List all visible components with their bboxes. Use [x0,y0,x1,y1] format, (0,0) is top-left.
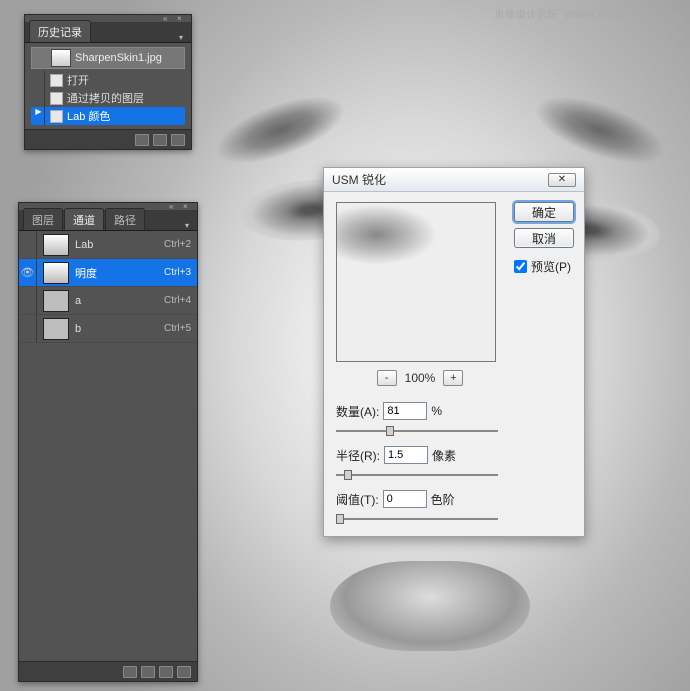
threshold-unit: 色阶 [431,491,455,508]
channel-row-a[interactable]: a Ctrl+4 [19,287,197,315]
history-panel: « × 历史记录 ▾ SharpenSkin1.jpg 打开 通过拷贝的图层 ▶… [24,14,192,150]
watermark-text: 思缘设计论坛 [495,10,558,21]
zoom-level: 100% [405,371,436,385]
snapshot-thumb [51,49,71,67]
tab-history[interactable]: 历史记录 [29,20,91,42]
snapshot-name: SharpenSkin1.jpg [75,52,162,64]
amount-unit: % [431,404,442,418]
radius-slider[interactable] [336,468,504,482]
channel-thumb [43,318,69,340]
channels-body: Lab Ctrl+2 👁 明度 Ctrl+3 a Ctrl+4 b Ctrl+5 [19,231,197,661]
channel-shortcut: Ctrl+3 [164,267,191,278]
tab-channels[interactable]: 通道 [64,208,104,230]
save-selection-icon[interactable] [141,666,155,678]
close-icon[interactable]: × [177,15,185,23]
channel-thumb [43,262,69,284]
watermark-url: WWW.MISSYUAN.COM [565,10,682,21]
channel-name: b [75,323,164,335]
param-threshold: 阈值(T): 色阶 [336,490,504,508]
history-snapshot-row[interactable]: SharpenSkin1.jpg [31,47,185,69]
channel-thumb [43,290,69,312]
history-row[interactable]: 打开 [31,71,185,89]
panel-menu-icon[interactable]: ▾ [185,222,193,230]
radius-label: 半径(R): [336,447,380,464]
new-channel-icon[interactable] [159,666,173,678]
history-row[interactable]: ▶ Lab 颜色 [31,107,185,125]
preview-checkbox[interactable] [514,260,527,273]
channel-row-lightness[interactable]: 👁 明度 Ctrl+3 [19,259,197,287]
tab-paths[interactable]: 路径 [105,208,145,230]
radius-input[interactable] [384,446,428,464]
channel-shortcut: Ctrl+2 [164,239,191,250]
history-body: SharpenSkin1.jpg 打开 通过拷贝的图层 ▶ Lab 颜色 [25,43,191,129]
zoom-in-button[interactable]: + [443,370,463,386]
channels-panel: « × 图层 通道 路径 ▾ Lab Ctrl+2 👁 明度 Ctrl+3 a … [18,202,198,682]
param-amount: 数量(A): % [336,402,504,420]
tab-layers[interactable]: 图层 [23,208,63,230]
panel-menu-icon[interactable]: ▾ [179,34,187,42]
dialog-close-button[interactable]: ✕ [548,173,576,187]
new-document-icon[interactable] [135,134,149,146]
channel-tabs: 图层 通道 路径 ▾ [19,211,197,231]
channel-name: a [75,295,164,307]
channel-thumb [43,234,69,256]
channel-row-b[interactable]: b Ctrl+5 [19,315,197,343]
radius-unit: 像素 [432,447,456,464]
amount-slider[interactable] [336,424,504,438]
dialog-title: USM 锐化 [332,171,386,188]
history-step-label: 通过拷贝的图层 [67,90,144,106]
watermark: 思缘设计论坛 WWW.MISSYUAN.COM [491,6,682,21]
channel-name: 明度 [75,265,164,281]
channel-row-lab[interactable]: Lab Ctrl+2 [19,231,197,259]
preview-label: 预览(P) [531,258,571,275]
amount-input[interactable] [383,402,427,420]
channel-shortcut: Ctrl+5 [164,323,191,334]
history-step-label: Lab 颜色 [67,108,110,124]
step-icon [50,110,63,123]
threshold-slider[interactable] [336,512,504,526]
visibility-toggle[interactable] [19,287,37,314]
usm-preview[interactable] [336,202,496,362]
zoom-out-button[interactable]: - [377,370,397,386]
visibility-toggle[interactable]: 👁 [19,259,37,286]
amount-label: 数量(A): [336,403,379,420]
load-selection-icon[interactable] [123,666,137,678]
history-footer [25,129,191,149]
param-radius: 半径(R): 像素 [336,446,504,464]
preview-checkbox-row[interactable]: 预览(P) [514,258,574,275]
channel-shortcut: Ctrl+4 [164,295,191,306]
dialog-titlebar[interactable]: USM 锐化 ✕ [324,168,584,192]
current-marker-icon: ▶ [33,107,45,125]
visibility-toggle[interactable] [19,315,37,342]
cancel-button[interactable]: 取消 [514,228,574,248]
collapse-icon[interactable]: « [163,15,171,23]
step-icon [50,92,63,105]
zoom-controls: - 100% + [336,370,504,386]
collapse-icon[interactable]: « [169,203,177,211]
threshold-label: 阈值(T): [336,491,379,508]
channel-name: Lab [75,239,164,251]
history-step-label: 打开 [67,72,89,88]
trash-icon[interactable] [171,134,185,146]
history-row[interactable]: 通过拷贝的图层 [31,89,185,107]
threshold-input[interactable] [383,490,427,508]
usm-dialog: USM 锐化 ✕ - 100% + 数量(A): % 半径(R): [323,167,585,537]
new-snapshot-icon[interactable] [153,134,167,146]
visibility-toggle[interactable] [19,231,37,258]
step-icon [50,74,63,87]
ok-button[interactable]: 确定 [514,202,574,222]
brush-source-icon[interactable] [33,51,47,65]
trash-icon[interactable] [177,666,191,678]
channels-footer [19,661,197,681]
history-tabs: 历史记录 ▾ [25,23,191,43]
close-icon[interactable]: × [183,203,191,211]
